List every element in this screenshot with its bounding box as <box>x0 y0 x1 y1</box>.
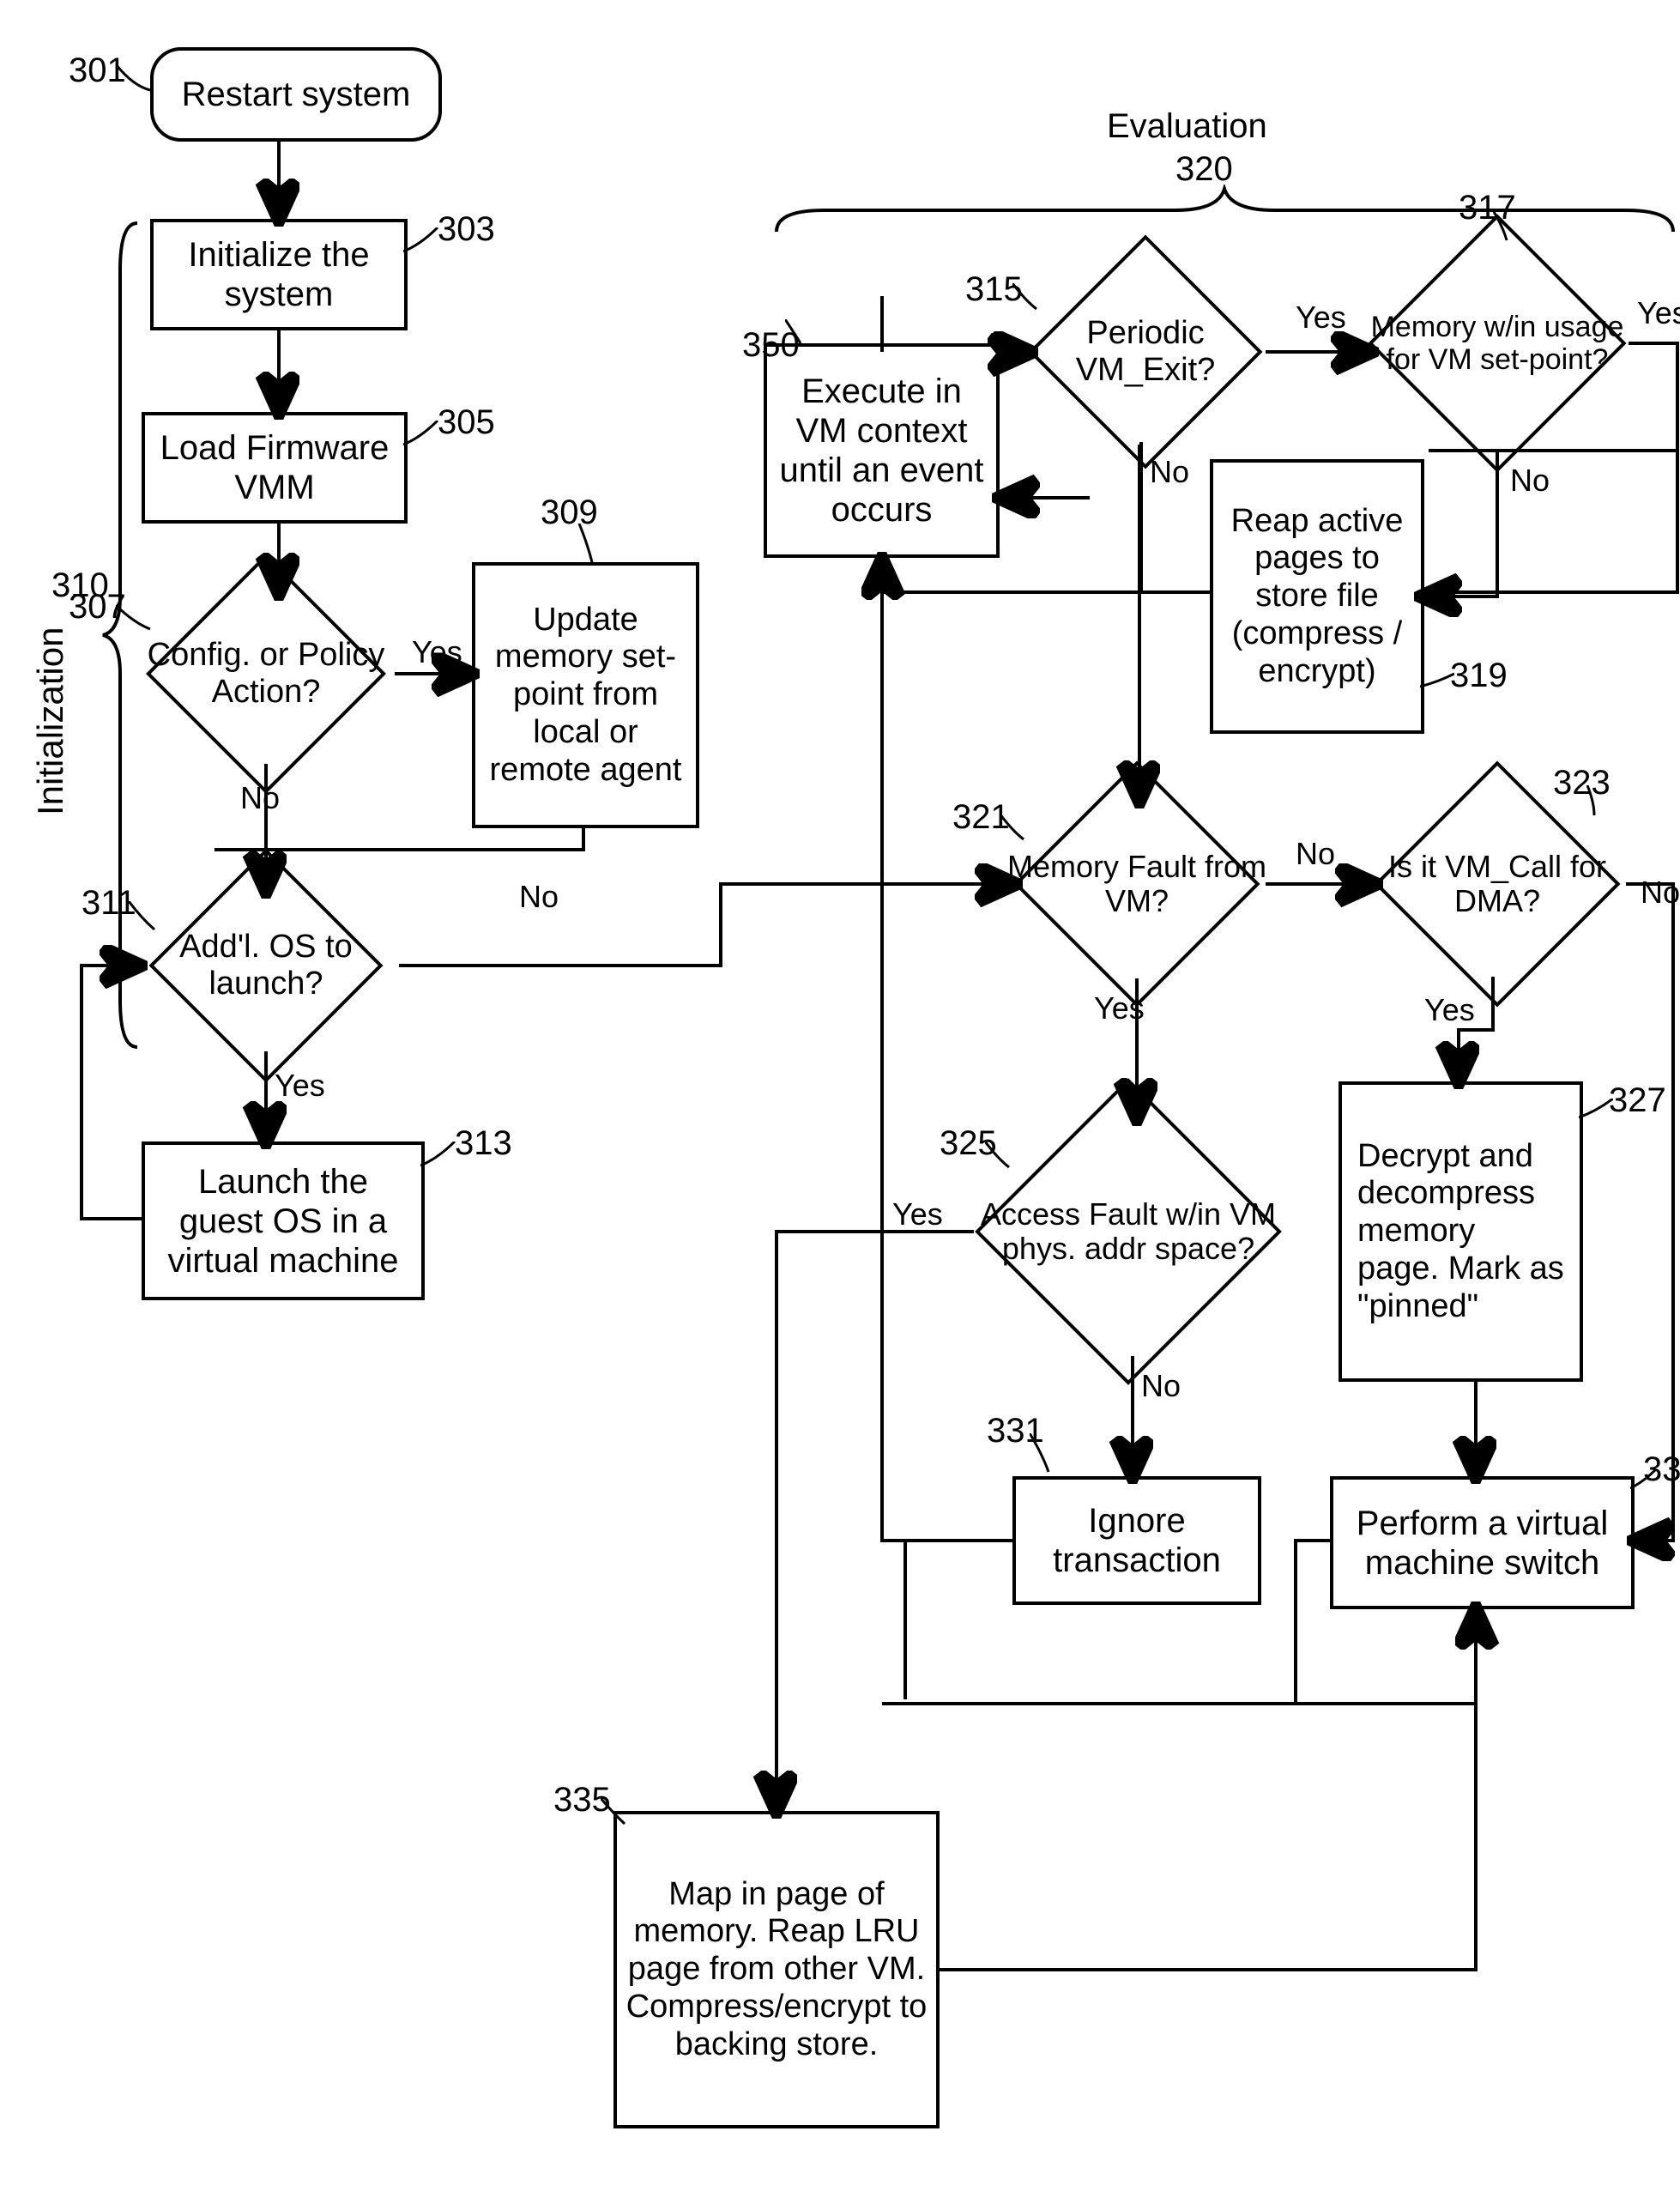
leader-305 <box>403 421 442 451</box>
node-mem-fault: Memory Fault from VM? <box>1000 785 1274 983</box>
node-addl-os: Add'l. OS to launch? <box>129 875 403 1056</box>
leader-335 <box>601 1798 631 1828</box>
yes-325: Yes <box>892 1197 943 1232</box>
no-325: No <box>1141 1369 1181 1403</box>
mem-setpoint-label: Memory w/in usage for VM set-point? <box>1356 307 1639 379</box>
yes-311: Yes <box>275 1069 325 1103</box>
label-evaluation: Evaluation <box>1107 107 1267 145</box>
no-317: No <box>1510 463 1550 498</box>
ref-303: 303 <box>438 210 495 248</box>
yes-307: Yes <box>412 635 462 669</box>
node-restart: Restart system <box>150 47 442 142</box>
node-reap-active: Reap active pages to store file (compres… <box>1210 459 1424 734</box>
node-launch-guest: Launch the guest OS in a virtual machine <box>142 1141 425 1300</box>
config-policy-label: Config. or Policy Action? <box>129 633 403 713</box>
addl-os-label: Add'l. OS to launch? <box>129 925 403 1005</box>
no-321: No <box>1296 837 1335 871</box>
leader-315 <box>1012 283 1042 313</box>
no-311: No <box>519 880 559 914</box>
no-307: No <box>240 781 280 815</box>
leader-350 <box>785 319 811 347</box>
node-init-system: Initialize the system <box>150 219 408 330</box>
ref-305: 305 <box>438 403 495 441</box>
yes-321: Yes <box>1094 991 1145 1026</box>
leader-321 <box>1000 814 1030 844</box>
node-ignore: Ignore transaction <box>1012 1476 1261 1605</box>
leader-309 <box>575 524 609 566</box>
leader-331 <box>1030 1433 1060 1476</box>
mem-fault-label: Memory Fault from VM? <box>1000 846 1274 923</box>
leader-327 <box>1579 1099 1613 1124</box>
node-vm-switch: Perform a virtual machine switch <box>1330 1476 1635 1609</box>
node-config-policy: Config. or Policy Action? <box>129 579 403 768</box>
leader-319 <box>1420 669 1454 695</box>
yes-317: Yes <box>1637 296 1680 330</box>
node-mem-setpoint: Memory w/in usage for VM set-point? <box>1356 232 1639 455</box>
ref-327: 327 <box>1609 1081 1666 1119</box>
brace-evaluation <box>772 185 1677 240</box>
node-update-setpoint: Update memory set-point from local or re… <box>472 562 699 828</box>
flowchart: Restart system 301 Initialize the system… <box>17 17 1680 2193</box>
vm-call-dma-label: Is it VM_Call for DMA? <box>1360 846 1635 923</box>
yes-323: Yes <box>1424 993 1475 1027</box>
ref-319: 319 <box>1450 657 1508 694</box>
node-exec-vm: Execute in VM context until an event occ… <box>764 343 1000 558</box>
node-load-vmm: Load Firmware VMM <box>142 412 408 524</box>
ref-320: 320 <box>1175 150 1233 188</box>
access-fault-label: Access Fault w/in VM phys. addr space? <box>961 1194 1296 1270</box>
leader-323 <box>1579 785 1604 820</box>
label-initialization: Initialization <box>30 627 71 815</box>
leader-325 <box>985 1141 1015 1172</box>
leader-333 <box>1630 1469 1660 1495</box>
leader-313 <box>420 1141 459 1172</box>
node-map-page: Map in page of memory. Reap LRU page fro… <box>613 1811 940 2128</box>
leader-301 <box>116 64 154 99</box>
node-decrypt: Decrypt and decompress memory page. Mark… <box>1339 1081 1583 1382</box>
periodic-exit-label: Periodic VM_Exit? <box>1012 312 1278 391</box>
no-315: No <box>1150 455 1189 489</box>
no-323: No <box>1641 875 1680 910</box>
leader-303 <box>403 227 442 257</box>
node-periodic-exit: Periodic VM_Exit? <box>1012 257 1278 446</box>
ref-313: 313 <box>455 1124 512 1162</box>
yes-315: Yes <box>1296 300 1346 335</box>
